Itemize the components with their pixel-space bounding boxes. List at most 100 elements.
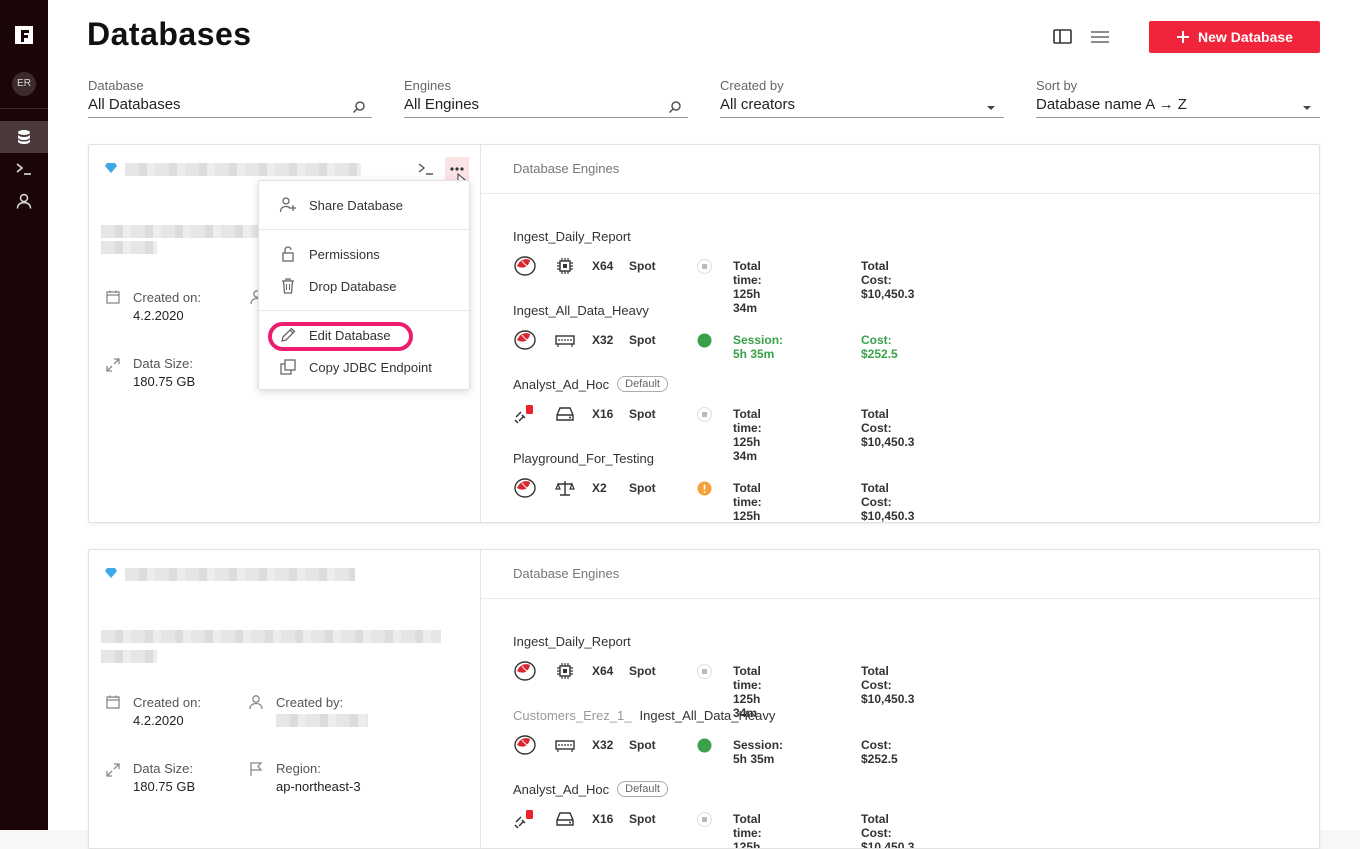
stopped-status-icon[interactable] bbox=[697, 664, 712, 679]
engine-item[interactable]: Customers_Erez_1_ Ingest_All_Data_Heavy … bbox=[513, 706, 898, 767]
filter-underline bbox=[404, 117, 688, 118]
running-status-icon[interactable] bbox=[697, 738, 712, 753]
engine-name-row: Playground_For_Testing bbox=[513, 449, 654, 467]
stopped-status-icon[interactable] bbox=[697, 812, 712, 827]
default-badge: Default bbox=[617, 781, 668, 797]
database-name-redacted[interactable] bbox=[125, 163, 361, 176]
engine-name[interactable]: Ingest_All_Data_Heavy bbox=[513, 303, 649, 318]
share-user-icon bbox=[279, 197, 296, 213]
engine-details: X32 Spot Session: 5h 35m Cost: $252.5 bbox=[513, 329, 898, 361]
copy-icon bbox=[280, 359, 296, 375]
filter-database-label: Database bbox=[88, 78, 144, 93]
engines-header: Database Engines bbox=[513, 566, 620, 581]
engine-cost: Total Cost: $10,450.3 bbox=[861, 481, 915, 523]
database-icon bbox=[18, 130, 30, 144]
memory-icon bbox=[555, 335, 575, 347]
stopped-status-icon[interactable] bbox=[697, 407, 712, 422]
engine-scale: X2 bbox=[592, 481, 607, 495]
filter-engines-value[interactable]: All Engines bbox=[404, 96, 688, 116]
engine-spot: Spot bbox=[629, 259, 656, 273]
menu-item-label: Copy JDBC Endpoint bbox=[309, 359, 432, 375]
created-on-label: Created on: bbox=[133, 290, 201, 305]
search-icon[interactable] bbox=[352, 100, 366, 114]
terminal-icon[interactable] bbox=[418, 162, 434, 176]
diamond-icon bbox=[105, 568, 117, 578]
filter-created-by[interactable]: Created by All creators bbox=[720, 78, 1004, 118]
engine-item[interactable]: Playground_For_Testing X2 Spot Total tim… bbox=[513, 449, 914, 523]
engine-details: X2 Spot Total time: 125h 34m Total Cost:… bbox=[513, 477, 914, 522]
engine-name[interactable]: Analyst_Ad_Hoc bbox=[513, 782, 609, 797]
filter-database-value[interactable]: All Databases bbox=[88, 96, 372, 116]
database-card[interactable]: Created on: 4.2.2020 Created by: Data Si… bbox=[88, 549, 1320, 849]
engine-name[interactable]: Ingest_All_Data_Heavy bbox=[640, 708, 776, 723]
engine-time: Session: 5h 35m bbox=[733, 333, 784, 361]
running-status-icon[interactable] bbox=[697, 333, 712, 348]
filter-engines-label: Engines bbox=[404, 78, 451, 93]
list-view-icon[interactable] bbox=[1090, 28, 1110, 46]
engine-item[interactable]: Ingest_Daily_Report X64 Spot Total time:… bbox=[513, 632, 914, 721]
engine-name[interactable]: Ingest_Daily_Report bbox=[513, 634, 631, 649]
menu-item-label: Share Database bbox=[309, 197, 403, 213]
engine-name-row: Analyst_Ad_Hoc Default bbox=[513, 780, 668, 798]
plus-icon bbox=[1177, 31, 1190, 43]
dropdown-caret-icon[interactable] bbox=[984, 100, 998, 114]
data-size-label: Data Size: bbox=[133, 356, 193, 371]
menu-item-copy-jdbc-endpoint[interactable]: Copy JDBC Endpoint bbox=[259, 355, 469, 379]
engine-type-icon bbox=[514, 478, 536, 498]
engine-item[interactable]: Analyst_Ad_Hoc Default X16 Spot Total ti… bbox=[513, 375, 914, 463]
engine-scale: X64 bbox=[592, 259, 614, 273]
firebolt-logo[interactable] bbox=[11, 22, 37, 48]
engine-name[interactable]: Playground_For_Testing bbox=[513, 451, 654, 466]
data-size-value: 180.75 GB bbox=[133, 374, 196, 389]
engine-scale: X32 bbox=[592, 738, 614, 752]
menu-item-drop-database[interactable]: Drop Database bbox=[259, 274, 469, 298]
filter-engines[interactable]: Engines All Engines bbox=[404, 78, 688, 118]
filter-database[interactable]: Database All Databases bbox=[88, 78, 372, 118]
new-database-button[interactable]: New Database bbox=[1149, 21, 1320, 53]
engine-spot: Spot bbox=[629, 407, 656, 421]
engine-details: X16 Spot Total time: 125h 34m Total Cost… bbox=[513, 403, 914, 463]
engine-time: Total time: 125h 34m bbox=[733, 407, 762, 463]
database-name-redacted[interactable] bbox=[125, 568, 355, 581]
main-content: Databases New Database Database All Data… bbox=[48, 0, 1360, 849]
engine-time: Total time: 125h 34m bbox=[733, 259, 762, 315]
database-context-menu: Share Database Permissions Drop Database… bbox=[258, 180, 470, 390]
engine-name[interactable]: Analyst_Ad_Hoc bbox=[513, 377, 609, 392]
warning-status-icon[interactable] bbox=[697, 481, 712, 496]
engine-spot: Spot bbox=[629, 481, 656, 495]
split-view-icon[interactable] bbox=[1053, 28, 1073, 46]
engine-item[interactable]: Ingest_Daily_Report X64 Spot Total time:… bbox=[513, 227, 914, 316]
engine-name[interactable]: Ingest_Daily_Report bbox=[513, 229, 631, 244]
user-avatar[interactable]: ER bbox=[12, 72, 36, 96]
engine-cost: Cost: $252.5 bbox=[861, 333, 898, 361]
cpu-icon bbox=[557, 663, 573, 679]
storage-icon bbox=[556, 407, 574, 421]
engine-scale: X32 bbox=[592, 333, 614, 347]
pencil-icon bbox=[281, 327, 296, 342]
menu-item-permissions[interactable]: Permissions bbox=[259, 242, 469, 266]
search-icon[interactable] bbox=[668, 100, 682, 114]
calendar-icon bbox=[106, 695, 120, 709]
description-redacted bbox=[101, 630, 441, 643]
menu-item-share-database[interactable]: Share Database bbox=[259, 193, 469, 217]
engine-cost: Cost: $252.5 bbox=[861, 738, 898, 766]
region-value: ap-northeast-3 bbox=[276, 779, 361, 794]
engine-name-row: Ingest_All_Data_Heavy bbox=[513, 301, 649, 319]
engine-item[interactable]: Ingest_All_Data_Heavy X32 Spot Session: … bbox=[513, 301, 898, 362]
engine-cost: Total Cost: $10,450.3 bbox=[861, 812, 915, 849]
stopped-status-icon[interactable] bbox=[697, 259, 712, 274]
created-on-label: Created on: bbox=[133, 695, 201, 710]
sidebar-item-sql-workspace[interactable] bbox=[0, 153, 48, 185]
engine-cost: Total Cost: $10,450.3 bbox=[861, 664, 915, 706]
engine-item[interactable]: Analyst_Ad_Hoc Default X16 Spot Total ti… bbox=[513, 780, 914, 848]
sidebar-item-users[interactable] bbox=[0, 185, 48, 217]
filter-sort-by[interactable]: Sort by Database name A → Z bbox=[1036, 78, 1320, 118]
engine-time: Session: 5h 35m bbox=[733, 738, 784, 766]
filter-sort-by-value[interactable]: Database name A → Z bbox=[1036, 96, 1320, 116]
filter-created-by-value[interactable]: All creators bbox=[720, 96, 1004, 116]
lock-icon bbox=[282, 246, 294, 262]
dropdown-caret-icon[interactable] bbox=[1300, 100, 1314, 114]
filter-created-by-label: Created by bbox=[720, 78, 784, 93]
sidebar-item-databases[interactable] bbox=[0, 121, 48, 153]
menu-item-edit-database[interactable]: Edit Database bbox=[259, 323, 469, 347]
